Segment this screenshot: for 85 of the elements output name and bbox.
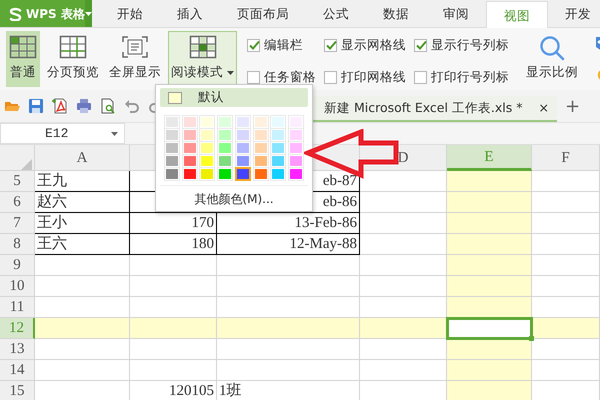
checkbox-label[interactable]: 打印行号列标	[431, 68, 509, 86]
table-cell: 1班	[217, 381, 360, 400]
active-cell[interactable]	[447, 318, 532, 339]
checkbox-label[interactable]: 显示网格线	[341, 36, 406, 55]
view-icon	[121, 35, 149, 59]
menu-tab[interactable]: 插入	[160, 0, 220, 27]
view-icon	[9, 35, 37, 59]
table-cell: 12-May-88	[217, 234, 360, 255]
pdf-icon[interactable]	[52, 98, 68, 114]
table-cell	[532, 297, 600, 318]
checkmark-icon	[248, 39, 260, 52]
menu-tab[interactable]: 开发	[548, 0, 600, 27]
checkmark-icon	[324, 39, 336, 52]
document-tab[interactable]: 新建 Microsoft Excel 工作表.xls * ×	[312, 96, 557, 122]
table-cell: 13-Feb-86	[217, 213, 360, 234]
table-cell	[532, 234, 600, 255]
checkmark-icon	[414, 39, 426, 52]
color-swatch[interactable]	[236, 168, 250, 180]
name-box-value: E12	[45, 124, 68, 143]
printer-icon[interactable]	[76, 98, 92, 114]
close-tab-button[interactable]: ×	[538, 98, 549, 118]
menu-tab[interactable]: 视图	[486, 1, 548, 28]
row-header[interactable]: 14	[0, 360, 35, 381]
table-cell: 王九	[35, 171, 130, 192]
checkbox-label[interactable]: 显示行号列标	[431, 36, 509, 55]
print-preview-icon[interactable]	[100, 98, 116, 114]
table-cell	[532, 255, 600, 276]
view-mode-button[interactable]: 普通	[6, 31, 40, 87]
table-cell: 170	[130, 213, 217, 234]
search-icon	[538, 35, 566, 61]
menu-tab[interactable]: 数据	[366, 0, 426, 27]
row-header[interactable]: 11	[0, 297, 35, 318]
menu-tab[interactable]: 公式	[306, 0, 366, 27]
table-cell	[532, 171, 600, 192]
column-header[interactable]: F	[532, 145, 600, 171]
save-icon[interactable]	[28, 98, 44, 114]
table-cell	[532, 339, 600, 360]
view-icon	[188, 35, 216, 59]
default-color-label[interactable]: 默认	[198, 88, 224, 107]
checkbox-label[interactable]: 编辑栏	[264, 36, 303, 55]
row-header[interactable]: 9	[0, 255, 35, 276]
checkbox[interactable]	[414, 38, 427, 52]
column-header[interactable]: A	[35, 145, 130, 171]
default-color-option[interactable]: 默认	[160, 88, 308, 107]
menu-tab[interactable]: 页面布局	[220, 0, 306, 27]
logo-icon	[8, 6, 22, 20]
checkbox[interactable]	[247, 38, 260, 52]
zoom-button[interactable]: 显示比例	[523, 31, 581, 87]
row-header[interactable]: 13	[0, 339, 35, 360]
table-cell	[532, 276, 600, 297]
checkbox[interactable]	[414, 70, 427, 84]
table-cell: 王小	[35, 213, 130, 234]
document-tab-title[interactable]: 新建 Microsoft Excel 工作表.xls *	[324, 98, 522, 118]
table-cell	[532, 318, 600, 339]
row-header[interactable]: 8	[0, 234, 35, 255]
select-all-corner-icon[interactable]	[21, 159, 32, 170]
menu-tab[interactable]: 开始	[100, 0, 160, 27]
table-cell	[532, 192, 600, 213]
table-cell: 王六	[35, 234, 130, 255]
row-header[interactable]: 6	[0, 192, 35, 213]
undo-icon[interactable]	[124, 98, 140, 114]
view-icon	[59, 35, 87, 59]
view-mode-button[interactable]: 全屏显示	[106, 31, 164, 87]
checkbox-label[interactable]: 任务窗格	[264, 68, 316, 86]
checkbox-label[interactable]: 打印网格线	[341, 68, 406, 86]
new-tab-button[interactable]: +	[564, 92, 580, 120]
table-cell	[532, 213, 600, 234]
app-name: WPS 表格	[26, 6, 85, 22]
row-header[interactable]: 5	[0, 171, 35, 192]
table-cell	[532, 360, 600, 381]
checkbox[interactable]	[247, 70, 260, 84]
menu-tab[interactable]: 审阅	[426, 0, 486, 27]
checkbox[interactable]	[324, 70, 337, 84]
caret-icon[interactable]	[111, 132, 118, 136]
caret-icon	[227, 70, 234, 75]
row-header[interactable]: 15	[0, 381, 35, 400]
caret-icon	[84, 12, 92, 16]
table-cell: 赵六	[35, 192, 130, 213]
checkbox[interactable]	[324, 38, 337, 52]
row-header[interactable]: 7	[0, 213, 35, 234]
name-box[interactable]: E12	[0, 123, 125, 144]
row-header[interactable]: 10	[0, 276, 35, 297]
table-cell: 180	[130, 234, 217, 255]
view-mode-button[interactable]: 阅读模式	[168, 31, 237, 87]
view-mode-button[interactable]: 分页预览	[44, 31, 102, 87]
